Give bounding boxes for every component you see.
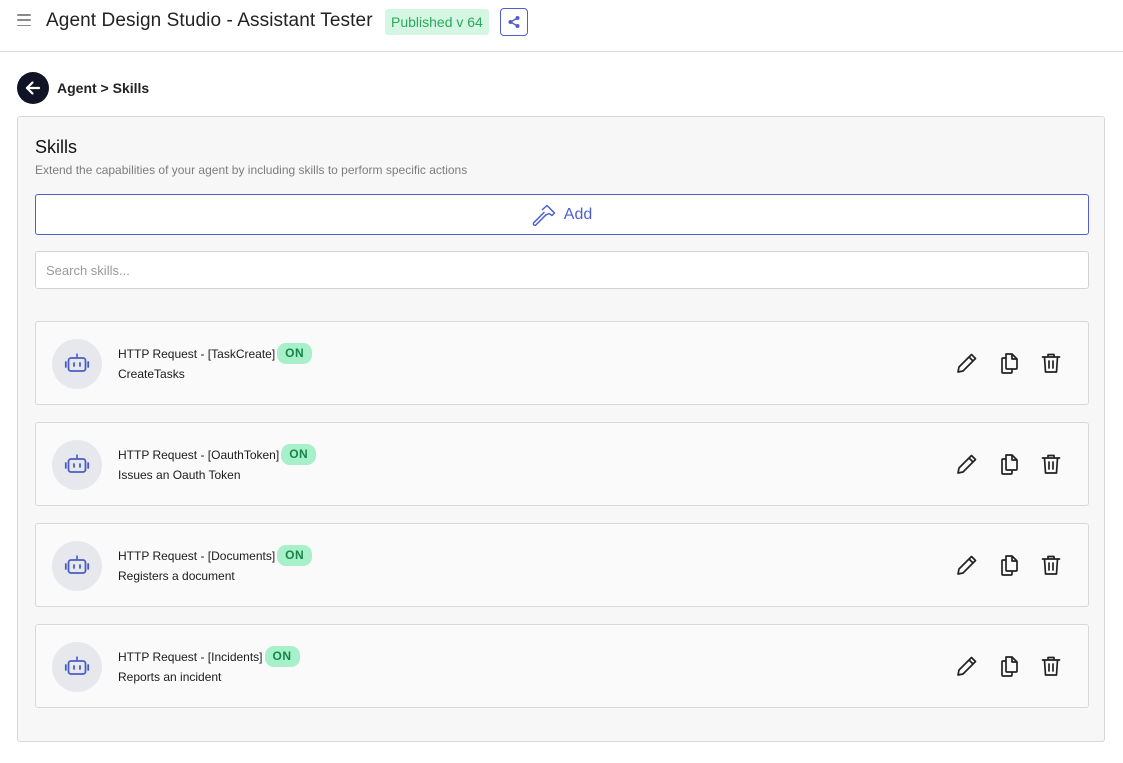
skills-panel: Skills Extend the capabilities of your a… <box>17 116 1105 742</box>
pencil-icon <box>957 454 977 474</box>
share-icon <box>508 16 520 28</box>
robot-icon <box>64 555 90 574</box>
skill-name: HTTP Request - [TaskCreate] <box>118 346 276 361</box>
status-badge: ON <box>277 343 313 364</box>
edit-skill-button[interactable] <box>954 552 980 578</box>
skill-actions <box>954 350 1064 376</box>
panel-title: Skills <box>35 137 78 157</box>
skill-name-row: HTTP Request - [OauthToken] ON <box>118 444 317 465</box>
trash-icon <box>1041 656 1061 676</box>
status-badge: ON <box>264 646 300 667</box>
edit-skill-button[interactable] <box>954 350 980 376</box>
trash-icon <box>1041 454 1061 474</box>
skill-name: HTTP Request - [Documents] <box>118 548 276 563</box>
skill-name-row: HTTP Request - [TaskCreate] ON <box>118 343 313 364</box>
skill-description: CreateTasks <box>118 367 185 381</box>
skill-name-row: HTTP Request - [Incidents] ON <box>118 646 300 667</box>
edit-skill-button[interactable] <box>954 653 980 679</box>
pencil-icon <box>957 353 977 373</box>
skill-name-row: HTTP Request - [Documents] ON <box>118 545 313 566</box>
hammer-icon <box>532 204 556 226</box>
copy-icon <box>1001 353 1018 374</box>
back-button[interactable] <box>17 72 49 104</box>
edit-skill-button[interactable] <box>954 451 980 477</box>
top-bar: Agent Design Studio - Assistant Tester P… <box>0 0 1123 52</box>
robot-icon <box>64 353 90 372</box>
breadcrumb: Agent > Skills <box>57 80 150 96</box>
arrow-left-icon <box>25 81 41 95</box>
duplicate-skill-button[interactable] <box>996 653 1022 679</box>
skill-description: Issues an Oauth Token <box>118 468 241 482</box>
skill-name: HTTP Request - [OauthToken] <box>118 447 280 462</box>
panel-subtitle: Extend the capabilities of your agent by… <box>35 163 468 177</box>
delete-skill-button[interactable] <box>1038 552 1064 578</box>
add-button-label: Add <box>563 205 593 223</box>
skill-avatar <box>52 440 102 490</box>
published-badge: Published v 64 <box>385 9 489 35</box>
add-skill-button[interactable]: Add <box>35 194 1089 235</box>
status-badge: ON <box>277 545 313 566</box>
app-title: Agent Design Studio - Assistant Tester <box>46 10 373 31</box>
pencil-icon <box>957 656 977 676</box>
skill-avatar <box>52 541 102 591</box>
skill-card: HTTP Request - [TaskCreate] ON CreateTas… <box>35 321 1089 405</box>
menu-icon[interactable] <box>17 14 31 26</box>
pencil-icon <box>957 555 977 575</box>
copy-icon <box>1001 656 1018 677</box>
skill-description: Reports an incident <box>118 670 222 684</box>
skill-actions <box>954 653 1064 679</box>
delete-skill-button[interactable] <box>1038 451 1064 477</box>
delete-skill-button[interactable] <box>1038 350 1064 376</box>
copy-icon <box>1001 454 1018 475</box>
search-skills-input[interactable] <box>35 251 1089 289</box>
skill-card: HTTP Request - [Documents] ON Registers … <box>35 523 1089 607</box>
skill-name: HTTP Request - [Incidents] <box>118 649 263 664</box>
delete-skill-button[interactable] <box>1038 653 1064 679</box>
skill-avatar <box>52 339 102 389</box>
duplicate-skill-button[interactable] <box>996 350 1022 376</box>
robot-icon <box>64 454 90 473</box>
share-button[interactable] <box>500 8 528 36</box>
skill-card: HTTP Request - [OauthToken] ON Issues an… <box>35 422 1089 506</box>
robot-icon <box>64 656 90 675</box>
trash-icon <box>1041 555 1061 575</box>
duplicate-skill-button[interactable] <box>996 552 1022 578</box>
trash-icon <box>1041 353 1061 373</box>
skill-description: Registers a document <box>118 569 235 583</box>
skill-avatar <box>52 642 102 692</box>
skill-actions <box>954 552 1064 578</box>
status-badge: ON <box>281 444 317 465</box>
skill-actions <box>954 451 1064 477</box>
copy-icon <box>1001 555 1018 576</box>
duplicate-skill-button[interactable] <box>996 451 1022 477</box>
skill-card: HTTP Request - [Incidents] ON Reports an… <box>35 624 1089 708</box>
